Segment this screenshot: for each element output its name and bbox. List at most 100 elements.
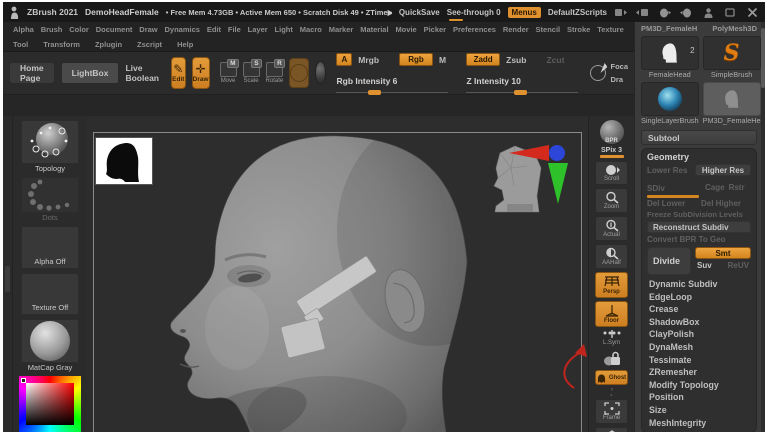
focal-shift-icon[interactable] (590, 65, 607, 81)
menu-item[interactable]: Zscript (137, 40, 162, 49)
move-button[interactable]: M Move (219, 59, 239, 84)
lower-res-button[interactable]: Lower Res (647, 166, 691, 175)
draw-button[interactable]: ✛ Draw (191, 57, 210, 89)
sculpt-scene[interactable] (87, 116, 588, 432)
color-picker-icon[interactable] (19, 376, 81, 432)
geometry-subsection[interactable]: Crease (647, 303, 751, 316)
spix-slider-bar[interactable] (599, 155, 624, 158)
menu-item[interactable]: Edit (207, 25, 221, 34)
canvas-move-button[interactable]: Move (595, 427, 628, 432)
geometry-header[interactable]: Geometry (647, 151, 751, 164)
alpha-preview-thumbnail[interactable] (96, 138, 152, 184)
menu-item[interactable]: Alpha (13, 25, 34, 34)
convert-bpr-button[interactable]: Convert BPR To Geo (647, 235, 751, 244)
menu-item[interactable]: Transform (43, 40, 80, 49)
rotate-button[interactable]: R Rotate (266, 59, 285, 84)
zadd-toggle[interactable]: Zadd (466, 53, 501, 66)
stroke-dots[interactable]: Dots (21, 177, 79, 222)
del-lower-button[interactable]: Del Lower (647, 199, 697, 208)
transparency-button[interactable] (602, 349, 622, 367)
reuv-button[interactable]: ReUV (728, 261, 749, 270)
ghost-button[interactable]: Ghost (595, 370, 628, 385)
del-higher-button[interactable]: Del Higher (701, 199, 751, 208)
left-divider-strip[interactable] (3, 116, 13, 432)
rgb-intensity-handle[interactable] (367, 90, 381, 95)
hand-right-icon[interactable] (680, 7, 693, 18)
geometry-subsection[interactable]: EdgeLoop (647, 291, 751, 304)
gear-magnifier-icon[interactable] (606, 393, 617, 397)
bpr-render-button[interactable]: BPR (598, 119, 625, 145)
rgb-intensity-slider[interactable]: Rgb Intensity 6 (336, 71, 449, 95)
persp-button[interactable]: Persp (595, 272, 628, 298)
aahalf-button[interactable]: AAHalf (595, 244, 628, 269)
geometry-subsection[interactable]: Position (647, 391, 751, 404)
menu-item[interactable]: Light (275, 25, 293, 34)
sculptris-pro-button[interactable] (289, 58, 310, 88)
floor-button[interactable]: Floor (595, 301, 628, 327)
menus-toggle[interactable]: Menus (507, 6, 541, 18)
suv-toggle[interactable]: Suv (697, 261, 712, 270)
close-icon[interactable] (746, 7, 759, 18)
menu-item[interactable]: Stroke (567, 25, 590, 34)
menu-item[interactable]: Dynamics (165, 25, 200, 34)
default-zscripts-button[interactable]: DefaultZScripts (548, 8, 607, 17)
menu-item[interactable]: Material (360, 25, 388, 34)
menu-item[interactable]: Picker (424, 25, 447, 34)
see-through-slider[interactable]: See-through 0 (447, 8, 501, 21)
draw-size-label[interactable]: Dra (610, 75, 628, 84)
geometry-subsection[interactable]: Modify Topology (647, 379, 751, 392)
a-chip[interactable]: A (336, 53, 353, 66)
menu-item[interactable]: Render (503, 25, 529, 34)
panel-scrollbar[interactable] (761, 22, 765, 432)
focal-shift-label[interactable]: Foca (610, 62, 628, 71)
panel-scrollbar-thumb[interactable] (761, 28, 765, 88)
menu-item[interactable]: Document (96, 25, 133, 34)
zoom-button[interactable]: Zoom (595, 188, 628, 213)
smt-toggle[interactable]: Smt (695, 247, 751, 259)
geometry-subsection[interactable]: Size (647, 404, 751, 417)
local-symmetry-button[interactable]: L.Sym (602, 330, 622, 346)
hand-left-icon[interactable] (658, 7, 671, 18)
menu-item[interactable]: Help (177, 40, 193, 49)
menu-item[interactable]: Marker (329, 25, 354, 34)
quicksave-button[interactable]: QuickSave (399, 8, 440, 17)
divider-grip[interactable] (5, 266, 10, 292)
reconstruct-subdiv-button[interactable]: Reconstruct Subdiv (647, 221, 751, 233)
cage-button[interactable]: Cage (705, 183, 725, 192)
actual-size-button[interactable]: Actual (595, 216, 628, 241)
menu-item[interactable]: Movie (395, 25, 416, 34)
z-intensity-handle[interactable] (513, 90, 527, 95)
geometry-subsection[interactable]: Dynamic Subdiv (647, 278, 751, 291)
higher-res-button[interactable]: Higher Res (695, 164, 751, 176)
divider-left-icon[interactable] (614, 7, 627, 18)
menu-item[interactable]: File (228, 25, 241, 34)
texture-off-button[interactable]: Texture Off (21, 272, 79, 315)
solo-icon[interactable] (606, 388, 618, 391)
divider-right-icon[interactable] (636, 7, 649, 18)
zsub-toggle[interactable]: Zsub (506, 55, 526, 65)
alpha-off-button[interactable]: Alpha Off (21, 226, 79, 269)
menu-item[interactable]: Tool (13, 40, 28, 49)
geometry-subsection[interactable]: DynaMesh (647, 341, 751, 354)
canvas-viewport[interactable] (87, 116, 588, 432)
live-boolean-toggle[interactable]: Live Boolean (125, 63, 159, 83)
tool-singlelayerbrush[interactable] (641, 82, 699, 116)
dynamic-sphere-icon[interactable] (315, 61, 327, 85)
user-icon[interactable] (702, 7, 715, 18)
tool-pm3d-femalehead[interactable] (702, 82, 761, 116)
menu-item[interactable]: Preferences (453, 25, 496, 34)
scale-button[interactable]: S Scale (242, 59, 262, 84)
m-toggle[interactable]: M (439, 55, 446, 65)
menu-item[interactable]: Macro (300, 25, 322, 34)
restore-window-icon[interactable] (724, 7, 737, 18)
menu-item[interactable]: Stencil (536, 25, 561, 34)
menu-item[interactable]: Color (69, 25, 89, 34)
geometry-subsection[interactable]: ShadowBox (647, 316, 751, 329)
sdiv-slider[interactable]: SDiv (647, 178, 701, 198)
subtool-section-header[interactable]: Subtool (641, 130, 757, 145)
geometry-subsection[interactable]: MeshIntegrity (647, 417, 751, 430)
frame-button[interactable]: Frame (595, 399, 628, 424)
scroll-button[interactable]: Scroll (595, 161, 628, 185)
geometry-subsection[interactable]: Tessimate (647, 354, 751, 367)
geometry-subsection[interactable]: ClayPolish (647, 328, 751, 341)
